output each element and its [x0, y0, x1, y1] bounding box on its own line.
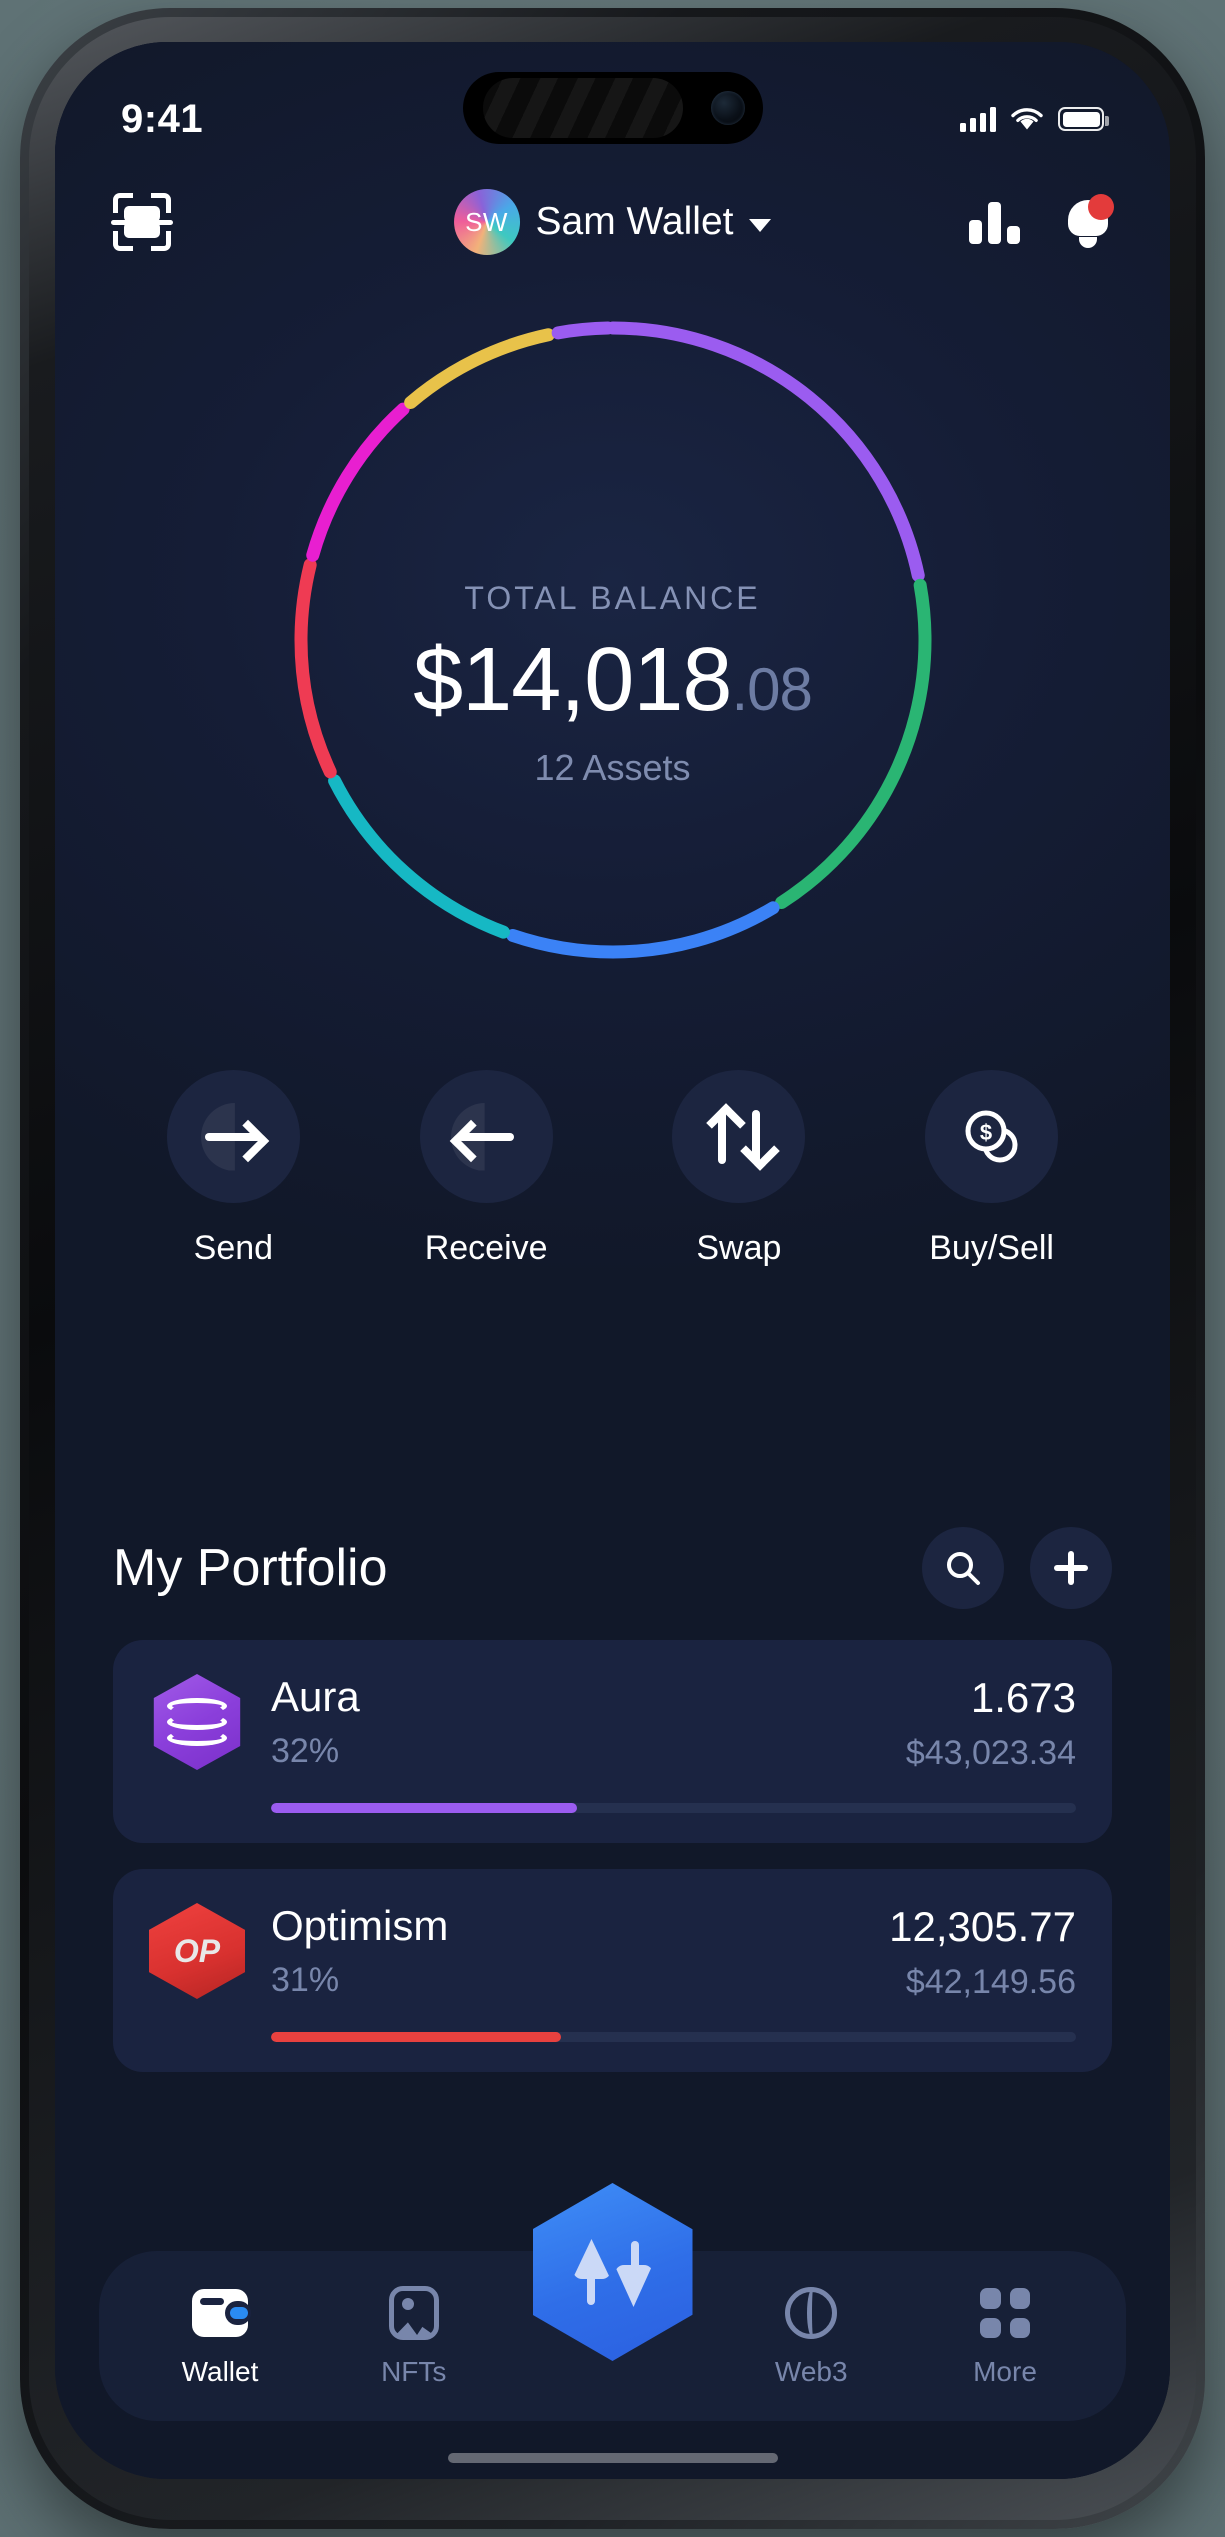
search-icon: [947, 1552, 980, 1585]
asset-progress-bar: [271, 1803, 1076, 1813]
app-header: SW Sam Wallet: [55, 174, 1170, 270]
search-button[interactable]: [922, 1527, 1004, 1609]
asset-value: $42,149.56: [905, 1963, 1076, 2001]
app-logo-icon: [571, 2233, 655, 2311]
receive-button[interactable]: Receive: [401, 1070, 571, 1268]
swap-arrows-icon: [708, 1106, 770, 1168]
list-item[interactable]: OP Optimism 31% 12,305.77 $42,149.56: [113, 1869, 1112, 2072]
total-balance-label: TOTAL BALANCE: [464, 580, 761, 616]
asset-percent: 31%: [271, 1961, 340, 2000]
grid-icon: [980, 2288, 1030, 2338]
asset-percent: 32%: [271, 1732, 340, 1771]
assets-count-label: 12 Assets: [534, 747, 691, 788]
arrow-right-icon: [205, 1132, 262, 1141]
wallet-name-label: Sam Wallet: [535, 200, 734, 243]
silent-switch[interactable]: [32, 438, 40, 496]
asset-progress-bar: [271, 2032, 1076, 2042]
receive-label: Receive: [424, 1229, 548, 1267]
nav-item-more[interactable]: More: [930, 2284, 1080, 2388]
asset-amount: 1.673: [970, 1674, 1076, 1721]
asset-name: Aura: [271, 1673, 360, 1720]
notification-badge: [1088, 194, 1114, 220]
status-icons: [960, 106, 1109, 132]
avatar: SW: [453, 189, 520, 255]
buy-sell-button[interactable]: $ Buy/Sell: [907, 1070, 1077, 1268]
total-balance-amount: $14,018.08: [55, 635, 1170, 725]
allocation-ring-chart: TOTAL BALANCE $14,018.08 12 Assets: [55, 290, 1170, 1050]
asset-value: $43,023.34: [905, 1734, 1076, 1772]
volume-up-button[interactable]: [30, 578, 39, 688]
volume-down-button[interactable]: [30, 728, 39, 838]
bar-chart-icon[interactable]: [969, 200, 1020, 244]
wallet-icon: [192, 2289, 251, 2337]
signal-bars-icon: [960, 106, 996, 132]
asset-list: Aura 32% 1.673 $43,023.34 OP Optimism 31…: [113, 1640, 1112, 2098]
buy-sell-label: Buy/Sell: [929, 1229, 1054, 1267]
optimism-symbol: OP: [173, 1932, 221, 1969]
optimism-logo-icon: OP: [149, 1903, 245, 1999]
home-indicator: [447, 2453, 778, 2463]
balance-cents: .08: [731, 656, 812, 723]
swap-label: Swap: [696, 1229, 782, 1267]
nav-item-web3[interactable]: Web3: [736, 2284, 886, 2388]
portfolio-header: My Portfolio: [55, 1527, 1170, 1609]
nav-label-more: More: [973, 2356, 1037, 2387]
nav-label-web3: Web3: [774, 2356, 848, 2387]
asset-name: Optimism: [271, 1902, 449, 1949]
total-balance-block: TOTAL BALANCE $14,018.08 12 Assets: [55, 580, 1170, 789]
globe-icon: [785, 2287, 838, 2339]
list-item[interactable]: Aura 32% 1.673 $43,023.34: [113, 1640, 1112, 1843]
nav-label-wallet: Wallet: [181, 2356, 259, 2387]
battery-icon: [1058, 107, 1109, 131]
front-camera-icon: [710, 91, 745, 125]
scan-face-icon[interactable]: [111, 193, 173, 251]
image-icon: [388, 2286, 439, 2340]
power-button[interactable]: [1186, 648, 1195, 828]
send-button[interactable]: Send: [148, 1070, 318, 1268]
nav-item-wallet[interactable]: Wallet: [145, 2284, 295, 2388]
plus-icon: [1054, 1551, 1088, 1585]
app-header-actions: [969, 194, 1114, 248]
balance-main: $14,018: [413, 630, 732, 730]
status-time: 9:41: [121, 96, 204, 141]
phone-screen: 9:41 SW Sam Wallet TOTAL BALANCE $14,018…: [55, 42, 1170, 2479]
coins-dollar-icon: $: [965, 1110, 1018, 1162]
svg-text:$: $: [980, 1120, 992, 1145]
portfolio-actions: [922, 1527, 1112, 1609]
arrow-left-icon: [458, 1132, 515, 1141]
page-title: My Portfolio: [113, 1539, 388, 1597]
send-label: Send: [193, 1229, 274, 1267]
swap-button[interactable]: Swap: [654, 1070, 824, 1268]
aura-logo-icon: [149, 1674, 245, 1770]
chevron-down-icon: [749, 218, 772, 232]
screenshot-stage: 9:41 SW Sam Wallet TOTAL BALANCE $14,018…: [0, 0, 1225, 2537]
wallet-selector[interactable]: SW Sam Wallet: [453, 189, 772, 255]
bell-icon[interactable]: [1064, 194, 1114, 248]
asset-amount: 12,305.77: [889, 1903, 1076, 1950]
nav-item-nfts[interactable]: NFTs: [339, 2284, 489, 2388]
add-asset-button[interactable]: [1030, 1527, 1112, 1609]
quick-actions-row: Send Receive Swap $ Buy/Sell: [55, 1070, 1170, 1268]
nav-label-nfts: NFTs: [381, 2356, 447, 2387]
dynamic-island: [462, 72, 763, 144]
wifi-icon: [1011, 108, 1043, 130]
